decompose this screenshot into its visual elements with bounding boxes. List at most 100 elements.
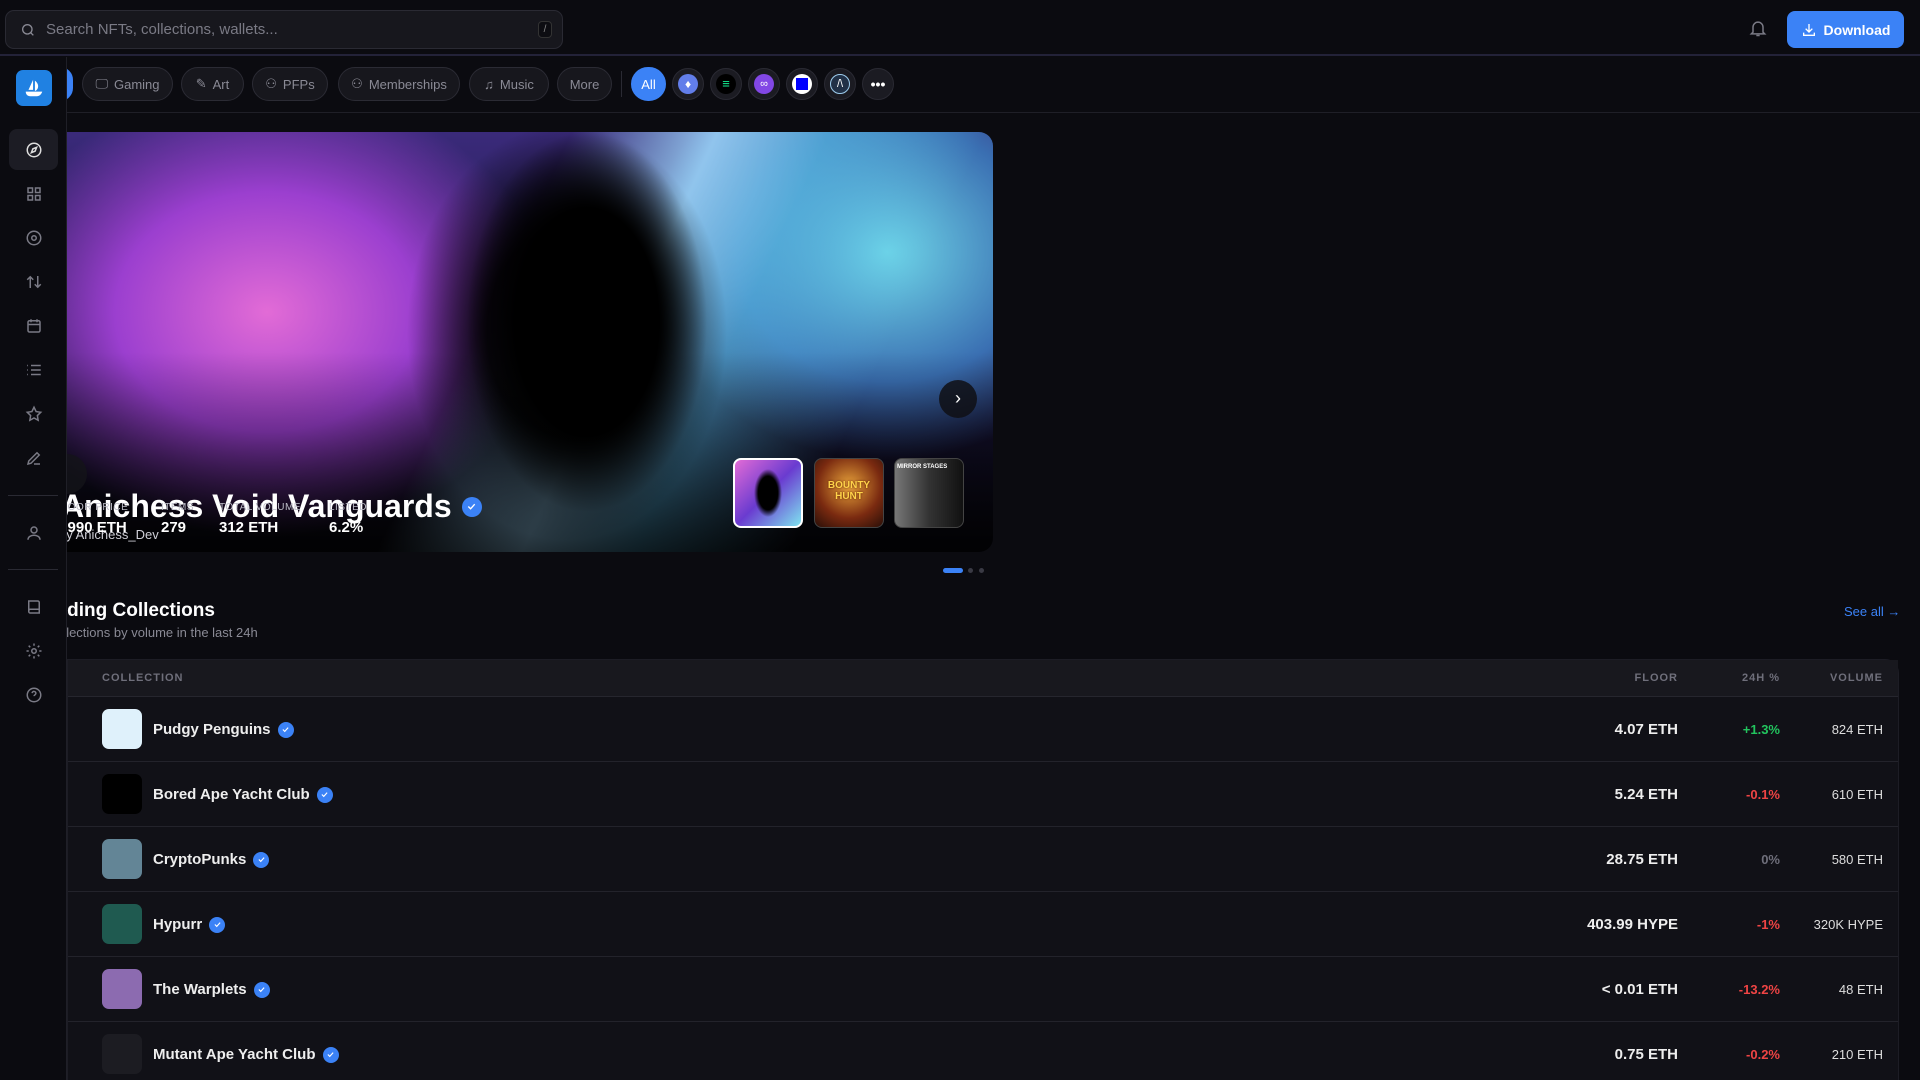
carousel-dot[interactable]	[968, 568, 973, 573]
collection-name-cell: Bored Ape Yacht Club	[153, 786, 333, 803]
sidebar-item-create[interactable]	[9, 437, 58, 478]
featured-collection-carousel[interactable]: › Anichess Void Vanguards by Anichess_De…	[67, 132, 993, 552]
sidebar-item-help[interactable]	[9, 674, 58, 715]
column-collection[interactable]: COLLECTION	[102, 672, 184, 684]
sidebar	[0, 57, 67, 1080]
chain-arbitrum-icon[interactable]: /\	[824, 68, 856, 100]
floor-price: 28.75 ETH	[1606, 851, 1678, 868]
chain-filter-all[interactable]: All	[631, 67, 666, 101]
floor-price: 4.07 ETH	[1614, 721, 1678, 738]
chain-ethereum-icon[interactable]: ♦	[672, 68, 704, 100]
change-24h: -13.2%	[1738, 982, 1780, 997]
thumbnail-anichess[interactable]	[733, 458, 803, 528]
collection-name[interactable]: Pudgy Penguins	[153, 721, 271, 738]
brush-icon: ✎	[195, 76, 207, 91]
floor-price: 5.24 ETH	[1614, 786, 1678, 803]
stat-listed-value: 6.2%	[329, 519, 364, 536]
list-icon	[26, 364, 41, 375]
star-icon	[25, 405, 42, 422]
collection-name[interactable]: Hypurr	[153, 916, 202, 933]
filter-bar: 🖵 Gaming ✎ Art ⚇ PFPs ⚇ Memberships ♫ Music M…	[67, 57, 1920, 113]
search-shortcut-hint: /	[538, 21, 552, 38]
table-row[interactable]: Hypurr 403.99 HYPE -1% 320K HYPE	[68, 892, 1898, 957]
volume: 610 ETH	[1831, 787, 1883, 802]
floor-price: 0.75 ETH	[1614, 1046, 1678, 1063]
verified-badge-icon	[316, 786, 333, 803]
table-row[interactable]: The Warplets < 0.01 ETH -13.2% 48 ETH	[68, 957, 1898, 1022]
collection-name[interactable]: The Warplets	[153, 981, 247, 998]
category-chip-gaming[interactable]: 🖵 Gaming	[82, 67, 173, 101]
pen-icon	[26, 451, 40, 465]
category-chip-more[interactable]: More	[557, 67, 612, 101]
trending-table: COLLECTION FLOOR 24H % VOLUME Pudgy Peng…	[67, 659, 1899, 1080]
collection-name-cell: Pudgy Penguins	[153, 721, 294, 738]
search-icon	[22, 23, 34, 36]
sidebar-item-settings[interactable]	[9, 630, 58, 671]
volume: 580 ETH	[1831, 852, 1883, 867]
more-chains-button[interactable]: •••	[862, 68, 894, 100]
section-subtitle: Top collections by volume in the last 24…	[67, 625, 258, 640]
thumbnail-mirror-stages[interactable]: Mirror Stages	[894, 458, 964, 528]
user-icon	[26, 525, 41, 540]
column-volume[interactable]: VOLUME	[1830, 672, 1883, 684]
collection-name-cell: The Warplets	[153, 981, 270, 998]
table-row[interactable]: Pudgy Penguins 4.07 ETH +1.3% 824 ETH	[68, 697, 1898, 762]
volume: 824 ETH	[1831, 722, 1883, 737]
book-icon	[27, 599, 40, 614]
category-chip-pfps[interactable]: ⚇ PFPs	[252, 67, 328, 101]
carousel-next-button[interactable]: ›	[939, 380, 977, 418]
verified-badge-icon	[322, 1046, 339, 1063]
carousel-dot[interactable]	[979, 568, 984, 573]
collection-name[interactable]: Mutant Ape Yacht Club	[153, 1046, 316, 1063]
search-bar[interactable]: /	[5, 10, 563, 49]
sidebar-item-explore[interactable]	[9, 129, 58, 170]
sidebar-item-profile[interactable]	[9, 512, 58, 553]
sidebar-item-calendar[interactable]	[9, 305, 58, 346]
notifications-bell-icon[interactable]	[1748, 18, 1768, 43]
table-row[interactable]: Bored Ape Yacht Club 5.24 ETH -0.1% 610 …	[68, 762, 1898, 827]
table-header: COLLECTION FLOOR 24H % VOLUME	[68, 660, 1898, 697]
collection-avatar	[102, 774, 142, 814]
top-bar: / Download	[0, 0, 1920, 56]
stat-listed-label: LISTED	[329, 502, 368, 513]
person-icon: ⚇	[265, 76, 277, 91]
carousel-dot-active[interactable]	[943, 568, 963, 573]
chain-solana-icon[interactable]: ≡	[710, 68, 742, 100]
change-24h: -0.1%	[1746, 787, 1780, 802]
collection-avatar	[102, 1034, 142, 1074]
search-input[interactable]	[46, 21, 516, 38]
see-all-link[interactable]: See all →	[1844, 604, 1900, 619]
main-content: 🖵 Gaming ✎ Art ⚇ PFPs ⚇ Memberships ♫ Music M…	[67, 57, 1920, 1080]
sidebar-item-drops[interactable]	[9, 217, 58, 258]
sidebar-item-learn[interactable]	[9, 586, 58, 627]
calendar-icon	[26, 318, 41, 333]
swap-arrows-icon	[26, 275, 41, 288]
chain-polygon-icon[interactable]: ∞	[748, 68, 780, 100]
thumbnail-bounty-hunt[interactable]: Bounty Hunt	[814, 458, 884, 528]
sidebar-item-activity[interactable]	[9, 349, 58, 390]
chain-base-icon[interactable]	[786, 68, 818, 100]
sidebar-divider	[8, 495, 58, 496]
target-icon	[26, 230, 41, 245]
download-icon	[1802, 23, 1815, 36]
monitor-icon: 🖵	[95, 76, 108, 91]
chevron-right-icon: ›	[955, 388, 961, 408]
stat-volume-value: 312 ETH	[219, 519, 279, 536]
help-icon	[26, 687, 41, 702]
table-row[interactable]: CryptoPunks 28.75 ETH 0% 580 ETH	[68, 827, 1898, 892]
column-24h-change[interactable]: 24H %	[1742, 672, 1780, 684]
column-floor[interactable]: FLOOR	[1635, 672, 1679, 684]
sidebar-item-watchlist[interactable]	[9, 393, 58, 434]
category-chip-memberships[interactable]: ⚇ Memberships	[338, 67, 460, 101]
download-button[interactable]: Download	[1787, 11, 1904, 48]
category-chip-music[interactable]: ♫ Music	[469, 67, 549, 101]
category-chip-art[interactable]: ✎ Art	[181, 67, 244, 101]
table-row[interactable]: Mutant Ape Yacht Club 0.75 ETH -0.2% 210…	[68, 1022, 1898, 1080]
category-chip-all[interactable]	[67, 67, 73, 101]
sidebar-item-swap[interactable]	[9, 261, 58, 302]
filter-divider	[621, 71, 622, 97]
collection-name[interactable]: CryptoPunks	[153, 851, 246, 868]
collection-name[interactable]: Bored Ape Yacht Club	[153, 786, 310, 803]
sidebar-item-collections[interactable]	[9, 173, 58, 214]
opensea-logo[interactable]	[16, 70, 52, 106]
